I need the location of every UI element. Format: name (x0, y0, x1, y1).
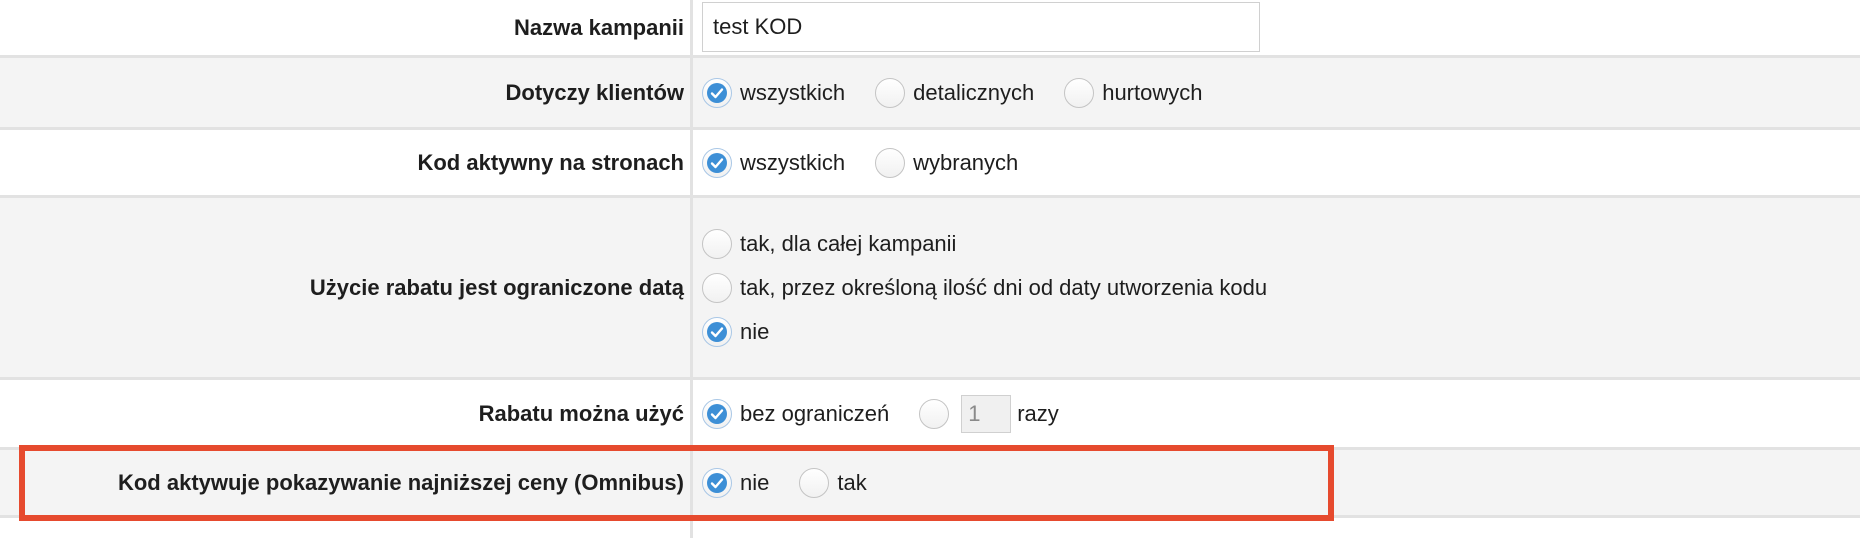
row-omnibus: Kod aktywuje pokazywanie najniższej ceny… (0, 450, 1860, 518)
option-label: tak, przez określoną ilość dni od daty u… (740, 274, 1268, 300)
option-label: wszystkich (740, 79, 846, 105)
option-label: wybranych (913, 149, 1019, 175)
row-applies-to: Dotyczy klientów wszystkich detalicznych… (0, 58, 1860, 130)
column-divider (690, 58, 693, 127)
campaign-name-input[interactable] (702, 1, 1260, 52)
pages-option-all[interactable]: wszystkich (702, 147, 846, 178)
row-active-on-pages: Kod aktywny na stronach wszystkich wybra… (0, 130, 1860, 198)
applies-to-option-all[interactable]: wszystkich (702, 77, 846, 108)
radio-checked-icon[interactable] (702, 147, 732, 178)
usage-limit-label: Rabatu można użyć (478, 400, 684, 426)
column-divider (690, 518, 693, 538)
radio-icon[interactable] (702, 228, 732, 259)
applies-to-option-retail[interactable]: detalicznych (875, 77, 1035, 108)
option-label: tak, dla całej kampanii (740, 230, 957, 256)
omnibus-option-yes[interactable]: tak (799, 467, 867, 498)
option-label: bez ograniczeń (740, 400, 890, 426)
radio-icon[interactable] (919, 398, 950, 429)
campaign-form: Nazwa kampanii Dotyczy klientów wszystki… (0, 0, 1860, 538)
date-option-whole-campaign[interactable]: tak, dla całej kampanii (702, 228, 957, 259)
radio-checked-icon[interactable] (702, 316, 732, 347)
radio-checked-icon[interactable] (702, 467, 732, 498)
applies-to-options: wszystkich detalicznych hurtowych (702, 58, 1860, 127)
column-divider (690, 450, 693, 515)
row-campaign-name: Nazwa kampanii (0, 0, 1860, 58)
applies-to-option-wholesale[interactable]: hurtowych (1064, 77, 1203, 108)
radio-checked-icon[interactable] (702, 398, 732, 429)
date-limited-label: Użycie rabatu jest ograniczone datą (309, 274, 684, 300)
omnibus-option-no[interactable]: nie (702, 467, 770, 498)
active-on-pages-options: wszystkich wybranych (702, 130, 1860, 195)
radio-icon[interactable] (875, 77, 906, 108)
option-label: tak (837, 469, 867, 495)
option-label: hurtowych (1102, 79, 1203, 105)
option-label: wszystkich (740, 149, 846, 175)
radio-icon[interactable] (702, 272, 732, 303)
column-divider (690, 380, 693, 447)
date-option-days-from-creation[interactable]: tak, przez określoną ilość dni od daty u… (702, 272, 1268, 303)
option-label: nie (740, 318, 770, 344)
radio-icon[interactable] (799, 467, 830, 498)
row-spacer (0, 518, 1860, 538)
omnibus-options: nie tak (702, 450, 1860, 515)
option-label: nie (740, 469, 770, 495)
radio-icon[interactable] (1064, 77, 1095, 108)
omnibus-label: Kod aktywuje pokazywanie najniższej ceny… (117, 469, 684, 495)
row-usage-limit: Rabatu można użyć bez ograniczeń razy (0, 380, 1860, 450)
column-divider (690, 130, 693, 195)
applies-to-label: Dotyczy klientów (505, 79, 684, 105)
date-limited-options: tak, dla całej kampanii tak, przez okreś… (702, 198, 1860, 377)
usage-count-input[interactable] (961, 394, 1012, 433)
radio-icon[interactable] (875, 147, 906, 178)
radio-checked-icon[interactable] (702, 77, 732, 108)
campaign-name-label: Nazwa kampanii (514, 14, 684, 40)
column-divider (690, 0, 693, 55)
usage-option-limited[interactable] (919, 398, 950, 429)
usage-option-unlimited[interactable]: bez ograniczeń (702, 398, 890, 429)
column-divider (690, 198, 693, 377)
option-label: detalicznych (913, 79, 1035, 105)
date-option-no[interactable]: nie (702, 316, 770, 347)
campaign-name-field (702, 0, 1860, 55)
active-on-pages-label: Kod aktywny na stronach (417, 149, 684, 175)
pages-option-selected[interactable]: wybranych (875, 147, 1019, 178)
usage-limit-options: bez ograniczeń razy (702, 380, 1860, 447)
row-date-limited: Użycie rabatu jest ograniczone datą tak,… (0, 198, 1860, 380)
usage-count-suffix: razy (1017, 400, 1059, 426)
